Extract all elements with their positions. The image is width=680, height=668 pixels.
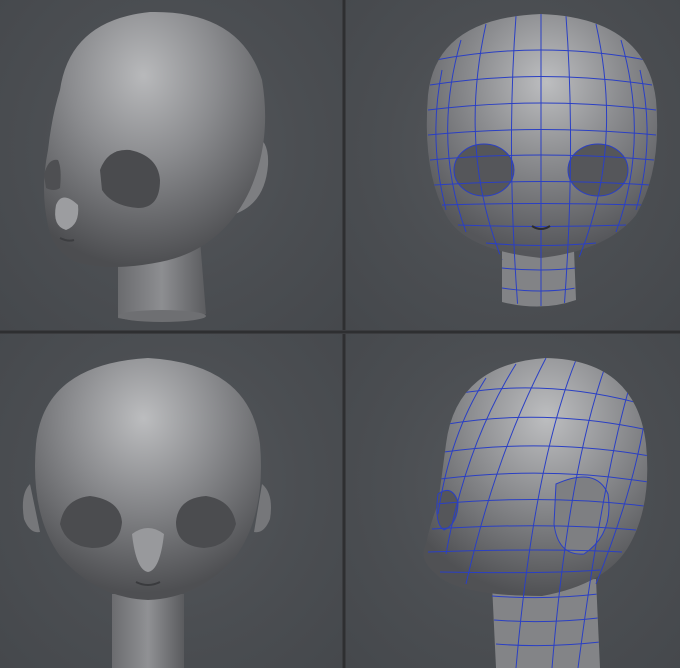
- head-model-wireframe-front: [426, 14, 658, 307]
- viewport-perspective-shaded[interactable]: [0, 0, 342, 330]
- head-model-wireframe-side: [423, 358, 648, 668]
- head-model-shaded-three-quarter: [44, 11, 269, 322]
- viewport-divider-vertical[interactable]: [342, 0, 346, 668]
- viewport-front-wireframe[interactable]: [346, 0, 680, 330]
- viewport-front-shaded[interactable]: [0, 334, 342, 668]
- head-model-shaded-front: [22, 358, 271, 668]
- viewport-grid: [0, 0, 680, 668]
- viewport-side-wireframe[interactable]: [346, 334, 680, 668]
- viewport-divider-horizontal[interactable]: [0, 330, 680, 334]
